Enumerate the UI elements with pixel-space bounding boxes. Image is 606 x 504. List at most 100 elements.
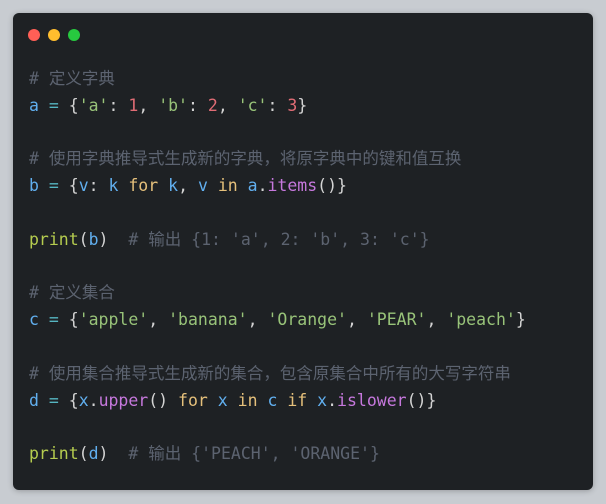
code-token: {: [68, 95, 79, 115]
code-token: k: [108, 176, 119, 196]
code-token: x: [217, 390, 228, 410]
code-line: d = {x.upper() for x in c if x.islower()…: [29, 388, 526, 415]
code-token: c: [29, 310, 39, 330]
code-token: (: [78, 229, 89, 249]
maximize-dot-icon[interactable]: [68, 29, 80, 41]
code-token: {: [68, 176, 79, 196]
code-line: b = {v: k for k, v in a.items()}: [29, 173, 526, 200]
code-token: (: [78, 444, 89, 464]
code-line: # 定义集合: [29, 280, 526, 307]
code-token: ,: [178, 176, 198, 196]
code-token: {: [68, 390, 79, 410]
code-token: :: [88, 176, 109, 196]
code-token: ,: [217, 95, 238, 115]
code-token: 'PEAR': [366, 310, 427, 330]
code-token: d: [88, 444, 99, 464]
code-token: }: [515, 310, 526, 330]
code-token: # 定义集合: [29, 283, 115, 303]
code-line: # 使用字典推导式生成新的字典，将原字典中的键和值互换: [29, 146, 526, 173]
code-token: =: [38, 176, 69, 196]
code-token: x: [78, 390, 89, 410]
code-token: d: [29, 390, 39, 410]
code-token: islower: [337, 390, 407, 410]
code-line: # 定义字典: [29, 66, 526, 93]
code-token: # 使用集合推导式生成新的集合，包含原集合中所有的大写字符串: [29, 363, 511, 383]
code-token: }: [297, 95, 308, 115]
code-token: v: [197, 176, 208, 196]
code-token: if: [287, 390, 308, 410]
code-token: ,: [138, 95, 159, 115]
close-dot-icon[interactable]: [28, 29, 40, 41]
code-line: c = {'apple', 'banana', 'Orange', 'PEAR'…: [29, 307, 526, 334]
code-line: print(d) # 输出 {'PEACH', 'ORANGE'}: [29, 441, 526, 468]
code-token: 'Orange': [267, 310, 347, 330]
code-token: 'c': [237, 95, 268, 115]
code-token: a: [29, 95, 39, 115]
code-token: =: [38, 95, 69, 115]
code-token: items: [267, 176, 318, 196]
code-token: =: [38, 390, 69, 410]
code-token: b: [88, 229, 99, 249]
code-token: ,: [148, 310, 169, 330]
code-token: x: [317, 390, 328, 410]
code-token: v: [78, 176, 89, 196]
code-token: c: [267, 390, 278, 410]
code-token: print: [29, 444, 79, 464]
code-token: :: [267, 95, 288, 115]
code-token: for: [128, 176, 159, 196]
code-token: ,: [426, 310, 447, 330]
code-token: in: [237, 390, 258, 410]
code-token: k: [168, 176, 179, 196]
code-token: =: [38, 310, 69, 330]
code-token: in: [217, 176, 238, 196]
code-line: print(b) # 输出 {1: 'a', 2: 'b', 3: 'c'}: [29, 227, 526, 254]
code-line: # 使用集合推导式生成新的集合，包含原集合中所有的大写字符串: [29, 361, 526, 388]
code-token: 'a': [78, 95, 109, 115]
code-token: 1: [128, 95, 139, 115]
code-token: # 输出 {1: 'a', 2: 'b', 3: 'c'}: [128, 229, 430, 249]
code-token: ): [98, 229, 129, 249]
code-window: # 定义字典 a = {'a': 1, 'b': 2, 'c': 3} # 使用字…: [13, 13, 593, 490]
code-token: # 定义字典: [29, 69, 115, 88]
code-token: 'apple': [78, 310, 149, 330]
code-token: ()}: [317, 176, 347, 196]
code-token: 'peach': [446, 310, 516, 330]
code-token: :: [188, 95, 208, 115]
code-token: ,: [346, 310, 367, 330]
code-token: 3: [287, 95, 298, 115]
code-token: .: [257, 176, 268, 196]
code-token: # 输出 {'PEACH', 'ORANGE'}: [128, 444, 380, 464]
code-token: {: [68, 310, 79, 330]
code-token: for: [178, 390, 208, 410]
code-token: 'b': [158, 95, 188, 115]
minimize-dot-icon[interactable]: [48, 29, 60, 41]
code-line: a = {'a': 1, 'b': 2, 'c': 3}: [29, 93, 526, 120]
code-token: .: [88, 390, 99, 410]
code-token: (): [148, 390, 179, 410]
code-token: ,: [247, 310, 268, 330]
code-token: 2: [207, 95, 218, 115]
code-token: ()}: [406, 390, 437, 410]
code-token: 'banana': [168, 310, 248, 330]
code-token: upper: [98, 390, 149, 410]
window-controls: [28, 29, 80, 41]
code-token: # 使用字典推导式生成新的字典，将原字典中的键和值互换: [29, 149, 462, 169]
code-token: .: [327, 390, 338, 410]
code-token: a: [247, 176, 258, 196]
code-token: b: [29, 176, 39, 196]
code-token: print: [29, 229, 79, 249]
code-token: ): [98, 444, 129, 464]
code-block[interactable]: # 定义字典 a = {'a': 1, 'b': 2, 'c': 3} # 使用字…: [29, 66, 526, 468]
